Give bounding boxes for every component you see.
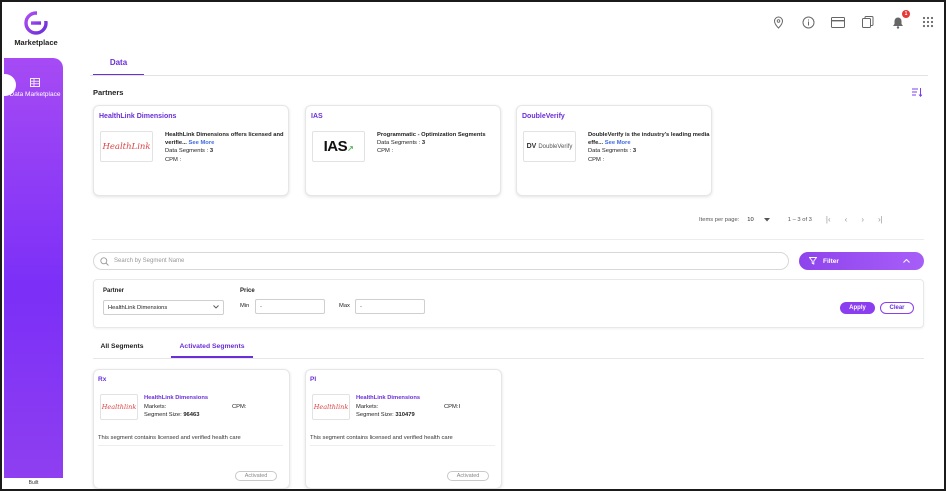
search-icon	[100, 256, 109, 266]
next-page-icon[interactable]: ›	[861, 215, 864, 224]
copy-icon[interactable]	[860, 14, 876, 30]
partner-logo: DV DoubleVerify	[523, 131, 576, 162]
caret-down-icon	[213, 305, 219, 309]
partner-name[interactable]: IAS	[311, 113, 323, 120]
segment-partner[interactable]: HealthLink Dimensions	[144, 394, 284, 403]
tab-all-segments[interactable]: All Segments	[93, 340, 151, 358]
max-price-label: Max	[339, 303, 350, 309]
tab-divider	[90, 75, 928, 76]
location-pin-icon[interactable]	[770, 14, 786, 30]
partner-logo: IAS↗	[312, 131, 365, 162]
partner-select[interactable]: HealthLink Dimensions	[103, 300, 224, 315]
chevron-up-icon	[903, 259, 910, 263]
section-divider	[92, 239, 924, 240]
segment-description: This segment contains licensed and verif…	[98, 435, 241, 441]
partner-segment-count: 3	[632, 148, 637, 155]
table-grid-icon	[30, 78, 40, 87]
tab-activated-segments[interactable]: Activated Segments	[171, 340, 253, 358]
partner-info: Programmatic - Optimization Segments Dat…	[377, 132, 486, 155]
sidebar-footer: Built	[4, 478, 63, 489]
sidebar-item-label: Data Marketplace	[9, 91, 61, 98]
segment-info: HealthLink Dimensions Markets: CPM: Segme…	[144, 394, 284, 420]
app-window: Marketplace 1 Data Marketplace Built Dat…	[0, 0, 946, 491]
app-name: Marketplace	[14, 38, 58, 47]
partner-info: HealthLink Dimensions offers licensed an…	[165, 132, 284, 163]
segment-partner-logo: Healthlink	[100, 394, 138, 420]
topbar-icons: 1	[770, 10, 936, 30]
max-price-input[interactable]: -	[355, 299, 425, 314]
partner-description: Programmatic - Optimization Segments	[377, 132, 486, 138]
partner-description: HealthLink Dimensions offers licensed an…	[165, 132, 284, 147]
apps-grid-icon[interactable]	[920, 14, 936, 30]
partner-name[interactable]: HealthLink Dimensions	[99, 113, 176, 120]
search-input[interactable]: Search by Segment Name	[114, 258, 184, 264]
segment-size: 96463	[183, 412, 200, 418]
see-more-link[interactable]: See More	[605, 140, 631, 146]
partner-info: DoubleVerify is the industry's leading m…	[588, 132, 710, 163]
segment-partner-logo: Healthlink	[312, 394, 350, 420]
filter-button[interactable]: Filter	[799, 252, 924, 270]
segment-size: 310479	[395, 412, 415, 418]
price-filter-label: Price	[240, 288, 255, 294]
segment-card[interactable]: Rx Healthlink HealthLink Dimensions Mark…	[93, 369, 290, 489]
min-price-label: Min	[240, 303, 250, 309]
segment-tab-divider	[93, 358, 924, 359]
card-icon[interactable]	[830, 14, 846, 30]
paginator: Items per page: 10 1 – 3 of 3 |‹ ‹ › ›|	[699, 215, 883, 224]
sort-icon[interactable]	[912, 84, 923, 102]
partner-filter-label: Partner	[103, 288, 125, 294]
filter-icon	[809, 257, 817, 265]
partners-title: Partners	[93, 88, 124, 97]
partner-segment-count: 3	[209, 148, 214, 155]
partner-segment-count: 3	[421, 140, 426, 147]
segment-description: This segment contains licensed and verif…	[310, 435, 453, 441]
see-more-link[interactable]: See More	[189, 140, 215, 146]
partner-logo: HealthLink	[100, 131, 153, 162]
info-icon[interactable]	[800, 14, 816, 30]
segment-title: Rx	[98, 376, 107, 383]
partner-card-doubleverify[interactable]: DoubleVerify DV DoubleVerify DoubleVerify…	[516, 105, 712, 196]
last-page-icon[interactable]: ›|	[878, 215, 883, 224]
status-badge: Activated	[447, 471, 489, 481]
app-logo[interactable]: Marketplace	[12, 10, 60, 47]
filter-panel: Partner HealthLink Dimensions Price Min …	[93, 279, 924, 328]
items-per-page-label: Items per page:	[699, 216, 740, 223]
partner-name[interactable]: DoubleVerify	[522, 113, 565, 120]
segment-info: HealthLink Dimensions Markets: CPM: I Seg…	[356, 394, 496, 420]
partner-card-healthlink[interactable]: HealthLink Dimensions HealthLink HealthL…	[93, 105, 289, 196]
segment-separator	[310, 445, 495, 446]
segment-search[interactable]: Search by Segment Name	[93, 252, 789, 270]
partner-card-ias[interactable]: IAS IAS↗ Programmatic - Optimization Seg…	[305, 105, 501, 196]
notification-badge: 1	[902, 10, 910, 18]
page-range: 1 – 3 of 3	[787, 216, 812, 223]
segment-title: PI	[310, 376, 317, 383]
segment-separator	[98, 445, 283, 446]
apply-button[interactable]: Apply	[840, 302, 875, 314]
tab-data[interactable]: Data	[93, 54, 144, 76]
min-price-input[interactable]: -	[255, 299, 325, 314]
segment-card[interactable]: PI Healthlink HealthLink Dimensions Mark…	[305, 369, 502, 489]
status-badge: Activated	[235, 471, 277, 481]
prev-page-icon[interactable]: ‹	[845, 215, 848, 224]
logo-icon	[24, 10, 49, 35]
caret-down-icon	[763, 217, 770, 221]
sidebar: Data Marketplace	[2, 58, 63, 478]
bell-icon[interactable]: 1	[890, 10, 910, 30]
sidebar-item-data-marketplace[interactable]: Data Marketplace	[8, 78, 62, 98]
first-page-icon[interactable]: |‹	[826, 215, 831, 224]
items-per-page-select[interactable]: 10	[747, 217, 770, 223]
clear-button[interactable]: Clear	[880, 302, 914, 314]
segment-partner[interactable]: HealthLink Dimensions	[356, 394, 496, 403]
